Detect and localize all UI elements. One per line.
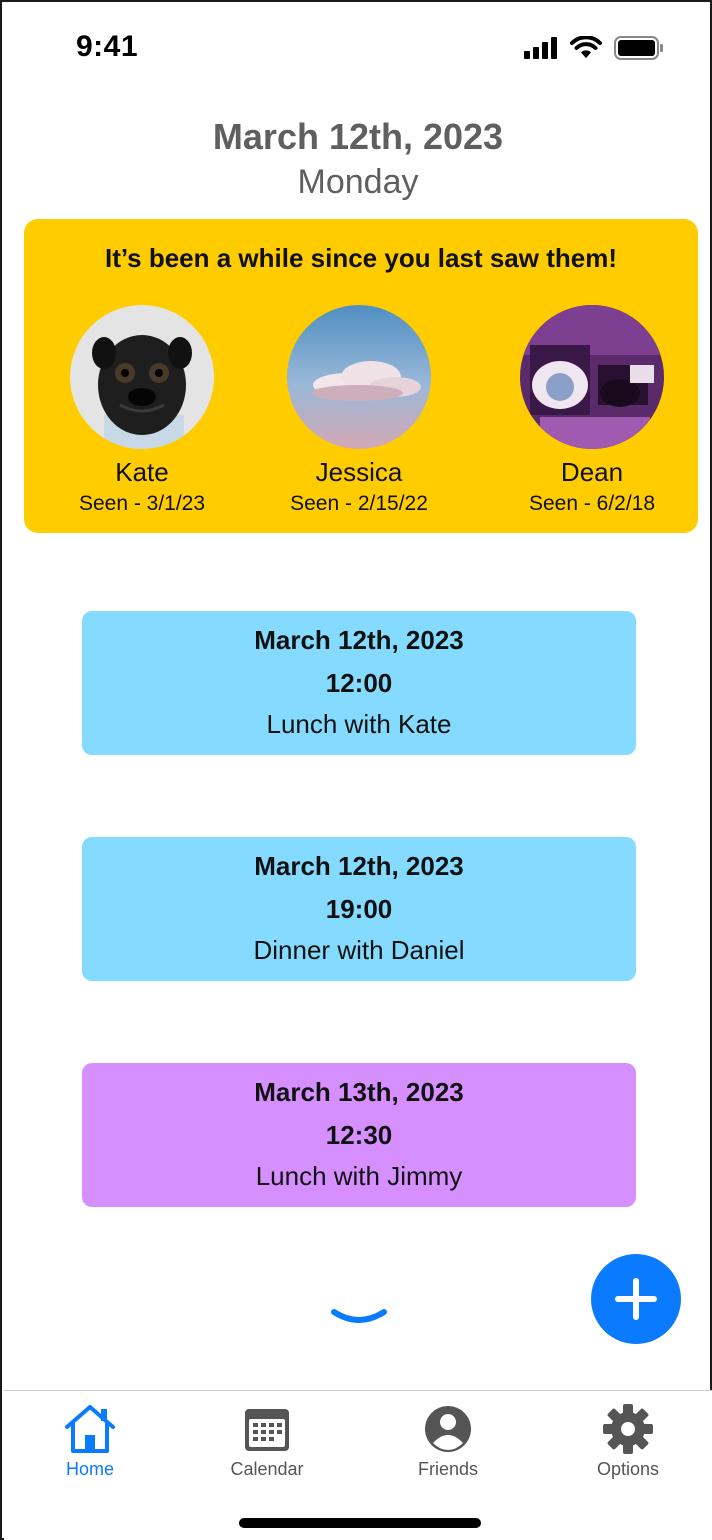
event-date: March 13th, 2023: [254, 1077, 464, 1107]
tab-label: Options: [596, 1459, 660, 1479]
friend-card-kate[interactable]: Kate Seen - 3/1/23: [47, 305, 237, 516]
reconnect-reminder-card: It’s been a while since you last saw the…: [24, 219, 698, 533]
event-time: 12:00: [325, 668, 393, 698]
event-title: Lunch with Kate: [266, 709, 452, 739]
event-title: Lunch with Jimmy: [255, 1161, 463, 1191]
friend-name: Kate: [115, 457, 169, 487]
event-date: March 12th, 2023: [254, 851, 464, 881]
reminder-title: It’s been a while since you last saw the…: [105, 243, 617, 273]
tab-home[interactable]: Home: [30, 1403, 150, 1480]
friend-name: Dean: [560, 457, 624, 487]
gear-icon: [603, 1404, 653, 1454]
add-event-button[interactable]: [591, 1254, 681, 1344]
home-indicator: [239, 1518, 481, 1528]
plus-icon: [615, 1278, 657, 1320]
tab-label: Calendar: [230, 1459, 304, 1479]
friend-card-jessica[interactable]: Jessica Seen - 2/15/22: [264, 305, 454, 516]
avatar-dean[interactable]: [520, 305, 664, 449]
event-card[interactable]: March 12th, 2023 12:00 Lunch with Kate: [82, 611, 636, 755]
person-icon: [425, 1406, 471, 1452]
avatar-jessica[interactable]: [287, 305, 431, 449]
tab-options[interactable]: Options: [568, 1403, 688, 1480]
page-date: March 12th, 2023: [212, 116, 504, 157]
event-time: 19:00: [325, 894, 393, 924]
event-title: Dinner with Daniel: [253, 935, 465, 965]
avatar-kate[interactable]: [70, 305, 214, 449]
friend-last-seen: Seen - 3/1/23: [78, 492, 206, 515]
event-card[interactable]: March 13th, 2023 12:30 Lunch with Jimmy: [82, 1063, 636, 1207]
status-time: 9:41: [76, 30, 139, 63]
status-icons: [524, 36, 664, 60]
friend-card-dean[interactable]: Dean Seen - 6/2/18: [497, 305, 687, 516]
cellular-signal-icon: [524, 37, 557, 59]
home-icon: [65, 1405, 115, 1453]
calendar-icon: [245, 1409, 289, 1451]
tab-calendar[interactable]: Calendar: [207, 1403, 327, 1480]
friend-name: Jessica: [315, 457, 403, 487]
event-card[interactable]: March 12th, 2023 19:00 Dinner with Danie…: [82, 837, 636, 981]
tab-label: Friends: [417, 1459, 479, 1479]
friend-last-seen: Seen - 2/15/22: [290, 492, 428, 515]
chevron-down-icon[interactable]: [330, 1306, 388, 1330]
battery-icon: [614, 36, 663, 60]
tab-label: Home: [65, 1459, 114, 1479]
phone-screen: 9:41 March 12th, 2023 Monday It’s been a…: [0, 0, 712, 1540]
friend-last-seen: Seen - 6/2/18: [528, 492, 656, 515]
event-time: 12:30: [325, 1120, 393, 1150]
wifi-icon: [570, 36, 602, 58]
event-date: March 12th, 2023: [254, 625, 464, 655]
tab-friends[interactable]: Friends: [388, 1403, 508, 1480]
page-day: Monday: [297, 163, 419, 201]
